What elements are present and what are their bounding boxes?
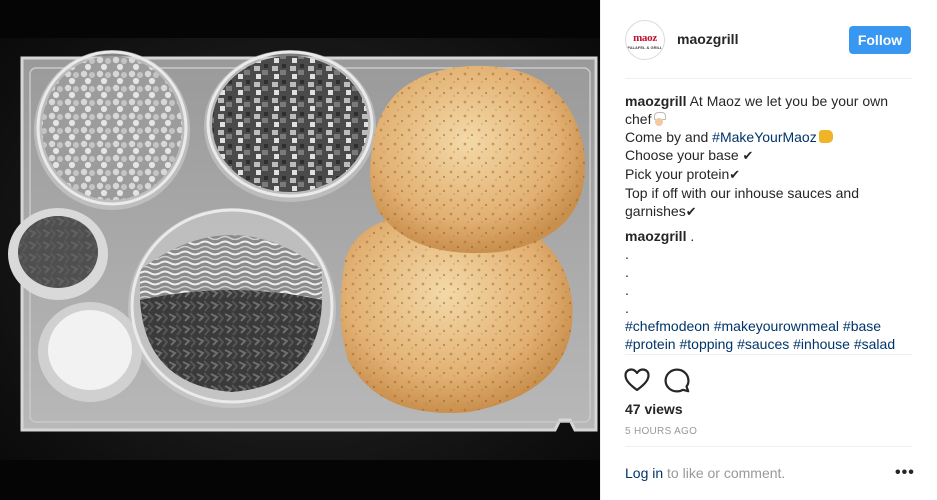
- follow-button[interactable]: Follow: [849, 26, 911, 54]
- hashtag-link[interactable]: #chefmodeon: [625, 318, 710, 334]
- hashtag-link[interactable]: #inhouse: [793, 336, 850, 352]
- hashtag-makeyourmaoz[interactable]: #MakeYourMaoz: [712, 129, 817, 145]
- caption-line: Choose your base ✔: [625, 146, 915, 165]
- view-count: 47 views: [625, 401, 683, 417]
- caption-line: chef: [625, 110, 915, 128]
- hashtag-link[interactable]: #makeyourownmeal: [714, 318, 839, 334]
- login-prompt: Log in to like or comment.: [625, 465, 785, 481]
- chef-emoji-icon: [653, 112, 667, 126]
- hashtag-link[interactable]: #topping: [679, 336, 733, 352]
- comment-icon[interactable]: [663, 366, 691, 394]
- login-prompt-text: to like or comment.: [663, 465, 786, 481]
- caption-line: Pick your protein✔: [625, 165, 915, 184]
- post-header: maoz FALAFEL & GRILL maozgrill Follow: [601, 0, 937, 78]
- heart-icon[interactable]: [623, 366, 651, 394]
- check-mark-icon: ✔: [729, 167, 741, 182]
- reply-dot-line: .: [625, 264, 629, 280]
- caption-text-1: At Maoz we let you be your own: [689, 93, 889, 109]
- caption-text-5: Pick your protein: [625, 166, 730, 182]
- reply-dot-line: .: [625, 282, 629, 298]
- hashtag-line: #chefmodeon #makeyourownmeal #base: [625, 317, 915, 335]
- check-mark-icon: ✔: [685, 204, 697, 219]
- avatar-logo-subtext: FALAFEL & GRILL: [627, 45, 663, 50]
- hashtag-link[interactable]: #sauces: [737, 336, 789, 352]
- hashtag-line: #protein #topping #sauces #inhouse #sala…: [625, 335, 915, 353]
- comments-section[interactable]: maozgrill At Maoz we let you be your own…: [625, 92, 915, 354]
- caption-text-3: Come by and: [625, 129, 709, 145]
- comments-divider: [625, 354, 912, 355]
- more-options-icon[interactable]: •••: [895, 464, 915, 482]
- reply-author[interactable]: maozgrill: [625, 228, 686, 244]
- caption-text-6: Top if off with our inhouse sauces and: [625, 185, 860, 201]
- caption-line: maozgrill At Maoz we let you be your own: [625, 92, 915, 110]
- check-mark-icon: ✔: [742, 148, 754, 163]
- caption-line: Top if off with our inhouse sauces and: [625, 184, 915, 202]
- header-username[interactable]: maozgrill: [677, 31, 738, 47]
- reply-dot-line: .: [625, 246, 629, 262]
- avatar-logo-text: maoz: [633, 32, 657, 44]
- avatar[interactable]: maoz FALAFEL & GRILL: [625, 20, 665, 60]
- footer-divider: [625, 446, 912, 447]
- login-link[interactable]: Log in: [625, 465, 663, 481]
- hashtag-link[interactable]: #protein: [625, 336, 676, 352]
- reply-line: maozgrill .: [625, 227, 915, 245]
- caption-line: garnishes✔: [625, 202, 915, 221]
- caption-author[interactable]: maozgrill: [625, 93, 686, 109]
- caption-text-2: chef: [625, 111, 652, 127]
- food-photo: [0, 0, 600, 500]
- post-video[interactable]: [0, 0, 600, 500]
- caption-line: Come by and #MakeYourMaoz: [625, 128, 915, 146]
- hashtag-link[interactable]: #salad: [854, 336, 895, 352]
- post-timestamp[interactable]: 5 HOURS AGO: [625, 426, 697, 437]
- fist-bump-emoji-icon: [818, 130, 833, 143]
- header-divider: [625, 78, 912, 79]
- hashtag-link[interactable]: #base: [843, 318, 881, 334]
- caption-text-7: garnishes: [625, 203, 686, 219]
- reply-dot: .: [690, 228, 695, 244]
- post-side-panel: maoz FALAFEL & GRILL maozgrill Follow ma…: [600, 0, 937, 500]
- reply-dot-line: .: [625, 300, 629, 316]
- caption-text-4: Choose your base: [625, 147, 739, 163]
